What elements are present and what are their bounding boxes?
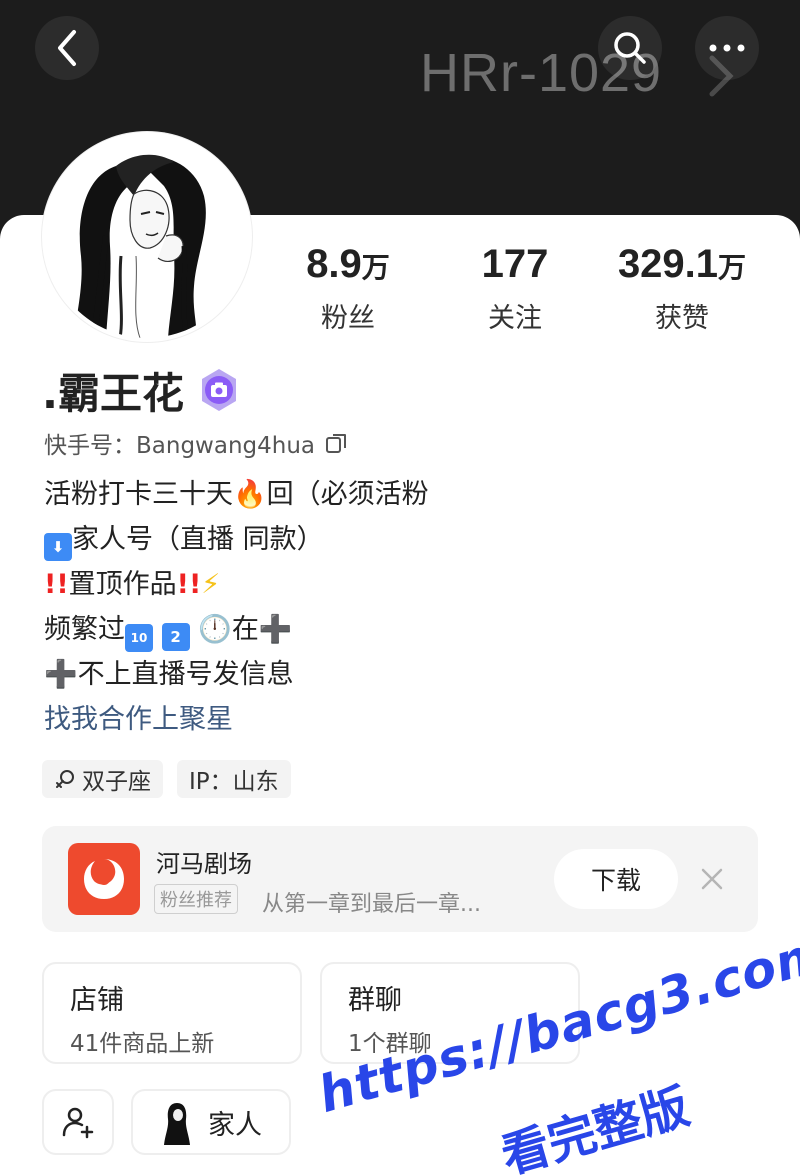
more-button[interactable] [695, 16, 759, 80]
tag-zodiac[interactable]: 双子座 [42, 760, 163, 798]
user-id-row: 快手号：Bangwang4hua [44, 426, 349, 460]
user-id: 快手号：Bangwang4hua [44, 433, 316, 459]
bio-line-1: 活粉打卡三十天🔥回（必须活粉 [44, 479, 429, 510]
name-row: .霸王花 [42, 362, 242, 418]
group-chat-subtitle: 1个群聊 [348, 1031, 432, 1057]
tag-ip-label: IP：山东 [189, 769, 279, 795]
shop-title: 店铺 [70, 985, 124, 1016]
likes-label: 获赞 [655, 303, 709, 334]
add-friend-button[interactable] [42, 1089, 114, 1155]
shop-subtitle: 41件商品上新 [70, 1031, 215, 1057]
app-logo [68, 843, 140, 915]
lightning-icon: ⚡ [201, 569, 221, 600]
profile-name: .霸王花 [42, 368, 184, 418]
close-icon[interactable] [699, 866, 725, 892]
family-avatar-icon [164, 1103, 190, 1145]
double-exclamation-icon: !! [44, 569, 69, 600]
family-label: 家人 [208, 1109, 262, 1141]
stat-likes[interactable]: 329.1万 获赞 [582, 240, 782, 335]
group-chat-card[interactable]: 群聊 1个群聊 [320, 962, 580, 1064]
double-exclamation-icon: !! [176, 569, 202, 600]
likes-unit: 万 [718, 252, 747, 283]
recommend-badge: 粉丝推荐 [154, 884, 238, 914]
down-arrow-emoji-icon: ⬇ [44, 533, 72, 561]
search-icon [614, 32, 646, 64]
tag-zodiac-label: 双子座 [82, 769, 151, 795]
collaboration-link[interactable]: 找我合作上聚星 [44, 697, 764, 742]
bio-line-4: 频繁过 10 2 🕛在➕ [44, 607, 764, 652]
keycap-2-icon: 2 [161, 623, 190, 651]
family-account-button[interactable]: 家人 [131, 1089, 291, 1155]
clock-icon: 🕛 [198, 614, 232, 645]
copy-icon[interactable] [325, 431, 349, 455]
likes-count: 329.1 [617, 242, 719, 286]
bio-line-5: ➕不上直播号发信息 [44, 659, 294, 690]
profile-tags: 双子座 IP：山东 [42, 760, 291, 798]
bio: 活粉打卡三十天🔥回（必须活粉 ⬇ 家人号（直播 同款） !!置顶作品!!⚡ 频繁过… [44, 472, 764, 742]
following-count: 177 [481, 242, 549, 286]
hema-theater-logo-icon [84, 859, 124, 899]
bio-line-2: ⬇ 家人号（直播 同款） [44, 517, 764, 562]
group-chat-title: 群聊 [348, 985, 402, 1016]
chevron-left-icon [58, 30, 76, 66]
plus-icon: ➕ [258, 614, 293, 645]
tag-ip-location: IP：山东 [177, 760, 291, 798]
app-name: 河马剧场 [156, 850, 252, 878]
shop-card[interactable]: 店铺 41件商品上新 [42, 962, 302, 1064]
avatar-illustration [46, 136, 248, 338]
download-button[interactable]: 下载 [554, 849, 678, 909]
camera-verified-badge-icon[interactable] [196, 367, 242, 413]
add-user-icon [62, 1107, 94, 1139]
recommended-app-card[interactable]: 河马剧场 粉丝推荐 从第一章到最后一章... 下载 [42, 826, 758, 932]
plus-icon: ➕ [44, 659, 78, 690]
avatar[interactable] [42, 132, 252, 342]
search-button[interactable] [598, 16, 662, 80]
keycap-10-icon: 10 [125, 624, 153, 652]
zodiac-gemini-icon [56, 770, 74, 788]
followers-unit: 万 [361, 252, 390, 283]
bio-line-3: !!置顶作品!!⚡ [44, 569, 221, 600]
followers-count: 8.9 [306, 242, 362, 286]
more-dots-icon [709, 44, 745, 52]
app-description: 从第一章到最后一章... [262, 892, 481, 917]
back-button[interactable] [35, 16, 99, 80]
